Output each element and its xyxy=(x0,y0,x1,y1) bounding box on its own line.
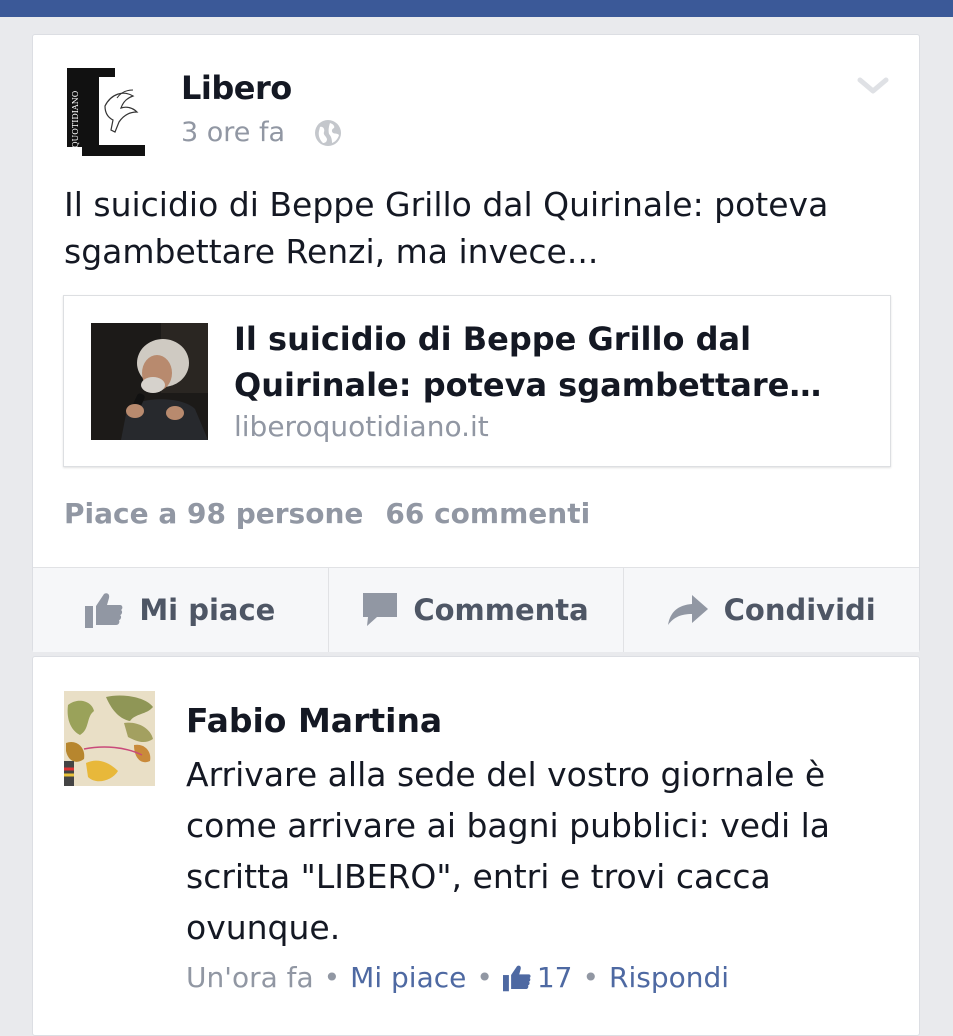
like-button-label: Mi piace xyxy=(139,593,276,627)
share-arrow-icon xyxy=(667,595,708,625)
share-button-label: Condividi xyxy=(723,593,876,627)
post-stats: Piace a 98 persone 66 commenti xyxy=(64,497,590,530)
separator-dot: • xyxy=(323,961,341,994)
separator-dot: • xyxy=(476,961,493,994)
logo-vertical-text: QUOTIDIANO xyxy=(71,90,80,148)
post-card: QUOTIDIANO Libero 3 ore fa Il suicidio d… xyxy=(32,34,920,652)
comment-card: Fabio Martina Arrivare alla sede del vos… xyxy=(32,656,920,1036)
comment-like-link[interactable]: Mi piace xyxy=(350,961,466,994)
comment-timestamp[interactable]: Un'ora fa xyxy=(186,961,314,994)
link-domain: liberoquotidiano.it xyxy=(234,410,489,443)
likes-count[interactable]: Piace a 98 persone xyxy=(64,497,363,530)
comment-meta: Un'ora fa • Mi piace • 17 • Rispondi xyxy=(186,961,729,994)
share-button[interactable]: Condividi xyxy=(624,568,919,652)
page-name[interactable]: Libero xyxy=(181,69,292,107)
reply-link[interactable]: Rispondi xyxy=(609,961,729,994)
post-text: Il suicidio di Beppe Grillo dal Quirinal… xyxy=(64,185,829,271)
commenter-name[interactable]: Fabio Martina xyxy=(186,701,442,740)
libero-logo[interactable]: QUOTIDIANO xyxy=(67,68,145,156)
thumbs-up-icon xyxy=(85,593,123,628)
globe-icon xyxy=(315,120,341,146)
thumbs-up-icon xyxy=(502,965,531,991)
speech-bubble-icon xyxy=(363,593,398,626)
comment-button[interactable]: Commenta xyxy=(329,568,625,652)
top-bar xyxy=(0,0,953,17)
comments-count[interactable]: 66 commenti xyxy=(385,497,590,530)
comment-button-label: Commenta xyxy=(413,593,589,627)
link-title[interactable]: Il suicidio di Beppe Grillo dal Quirinal… xyxy=(234,316,854,408)
link-preview[interactable]: Il suicidio di Beppe Grillo dal Quirinal… xyxy=(63,295,891,467)
comment-text: Arrivare alla sede del vostro giornale è… xyxy=(186,755,831,947)
post-actions: Mi piace Commenta Condividi xyxy=(33,567,919,652)
post-timestamp[interactable]: 3 ore fa xyxy=(181,117,285,148)
link-thumbnail[interactable] xyxy=(91,323,208,440)
separator-dot: • xyxy=(582,961,600,994)
comment-like-count[interactable]: 17 xyxy=(537,961,573,994)
like-button[interactable]: Mi piace xyxy=(33,568,329,652)
chevron-down-icon[interactable] xyxy=(856,75,890,97)
commenter-avatar[interactable] xyxy=(64,691,155,786)
